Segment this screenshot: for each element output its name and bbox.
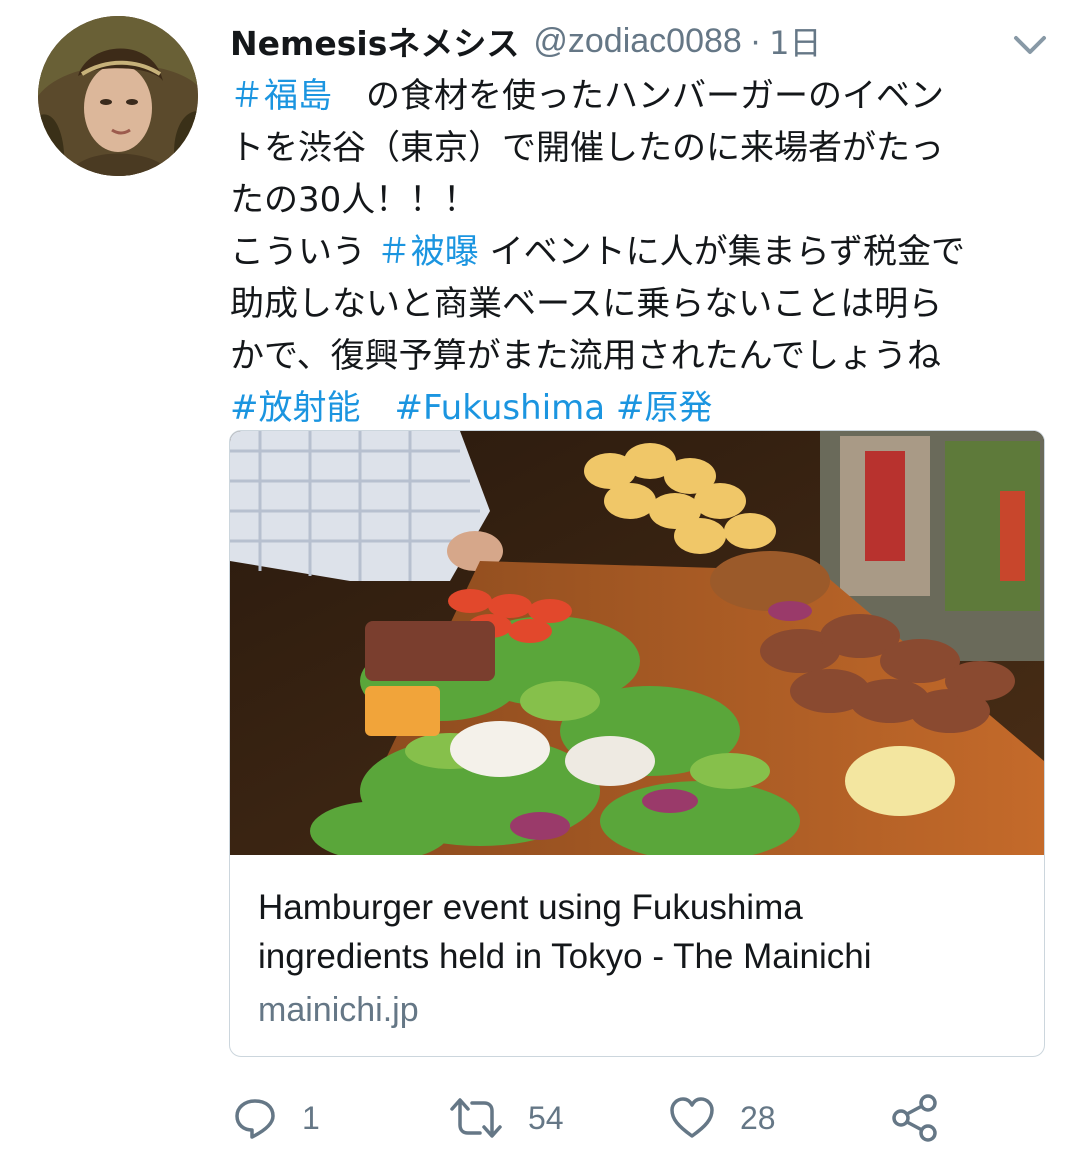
tweet-text-line-2: トを渋谷（東京）で開催したのに来場者がたっ [230, 128, 944, 168]
hashtag-fukushima[interactable]: #Fukushima [395, 388, 606, 428]
tweet-text: ＃福島 の食材を使ったハンバーガーのイベン トを渋谷（東京）で開催したのに来場者… [230, 70, 1050, 434]
tweet-text-line-7: #放射能 #Fukushima #原発 [230, 382, 1050, 434]
text-segment: の食材を使ったハンバーガーのイベン [332, 76, 944, 116]
card-image[interactable] [230, 431, 1044, 861]
display-name[interactable]: Nemesisネメシス [230, 17, 519, 65]
reply-button[interactable]: 1 [232, 1088, 320, 1148]
retweet-count: 54 [528, 1099, 564, 1136]
like-count: 28 [740, 1099, 776, 1136]
tweet-header: Nemesisネメシス @zodiac0088 · 1日 [230, 17, 1020, 65]
share-button[interactable] [890, 1088, 940, 1148]
heart-icon [670, 1097, 714, 1138]
reply-count: 1 [302, 1099, 320, 1136]
avatar[interactable] [38, 16, 198, 176]
tweet[interactable]: Nemesisネメシス @zodiac0088 · 1日 ＃福島 の食材を使った… [0, 0, 1080, 1161]
tweet-text-line-6: かで、復興予算がまた流用されたんでしょうね [230, 336, 941, 376]
action-bar: 1 54 28 [0, 1088, 1080, 1148]
chevron-down-icon[interactable] [1010, 30, 1050, 60]
retweet-button[interactable]: 54 [448, 1088, 564, 1148]
tweet-text-line-1: ＃福島 の食材を使ったハンバーガーのイベン [230, 70, 1050, 122]
reply-icon [235, 1099, 275, 1139]
hashtag-hoshano[interactable]: #放射能 [230, 388, 361, 428]
hashtag-hibaku[interactable]: ＃被曝 [377, 232, 479, 272]
tweet-text-line-4: こういう ＃被曝 イベントに人が集まらず税金で [230, 226, 1050, 278]
tweet-text-line-5: 助成しないと商業ベースに乗らないことは明ら [230, 284, 943, 324]
like-button[interactable]: 28 [668, 1088, 776, 1148]
hashtag-genpatsu[interactable]: #原発 [616, 388, 713, 428]
timestamp[interactable]: 1日 [769, 18, 821, 64]
text-segment: こういう [230, 232, 377, 272]
tweet-text-line-3: たの30人！！！ [230, 180, 478, 220]
link-card[interactable]: Hamburger event using Fukushima ingredie… [229, 430, 1045, 1057]
text-segment: イベントに人が集まらず税金で [478, 232, 965, 272]
card-title[interactable]: Hamburger event using Fukushima ingredie… [258, 883, 1018, 981]
card-domain: mainichi.jp [258, 991, 419, 1029]
share-icon [892, 1094, 937, 1142]
separator-dot: · [749, 21, 762, 60]
avatar-portrait [38, 16, 198, 176]
hashtag-fukushima-jp[interactable]: ＃福島 [230, 76, 332, 116]
user-handle[interactable]: @zodiac0088 [533, 22, 741, 61]
card-title-line-2: ingredients held in Tokyo - The Mainichi [258, 937, 872, 976]
retweet-icon [450, 1098, 502, 1138]
buffet-photo [230, 431, 1044, 861]
card-title-line-1: Hamburger event using Fukushima [258, 888, 803, 927]
